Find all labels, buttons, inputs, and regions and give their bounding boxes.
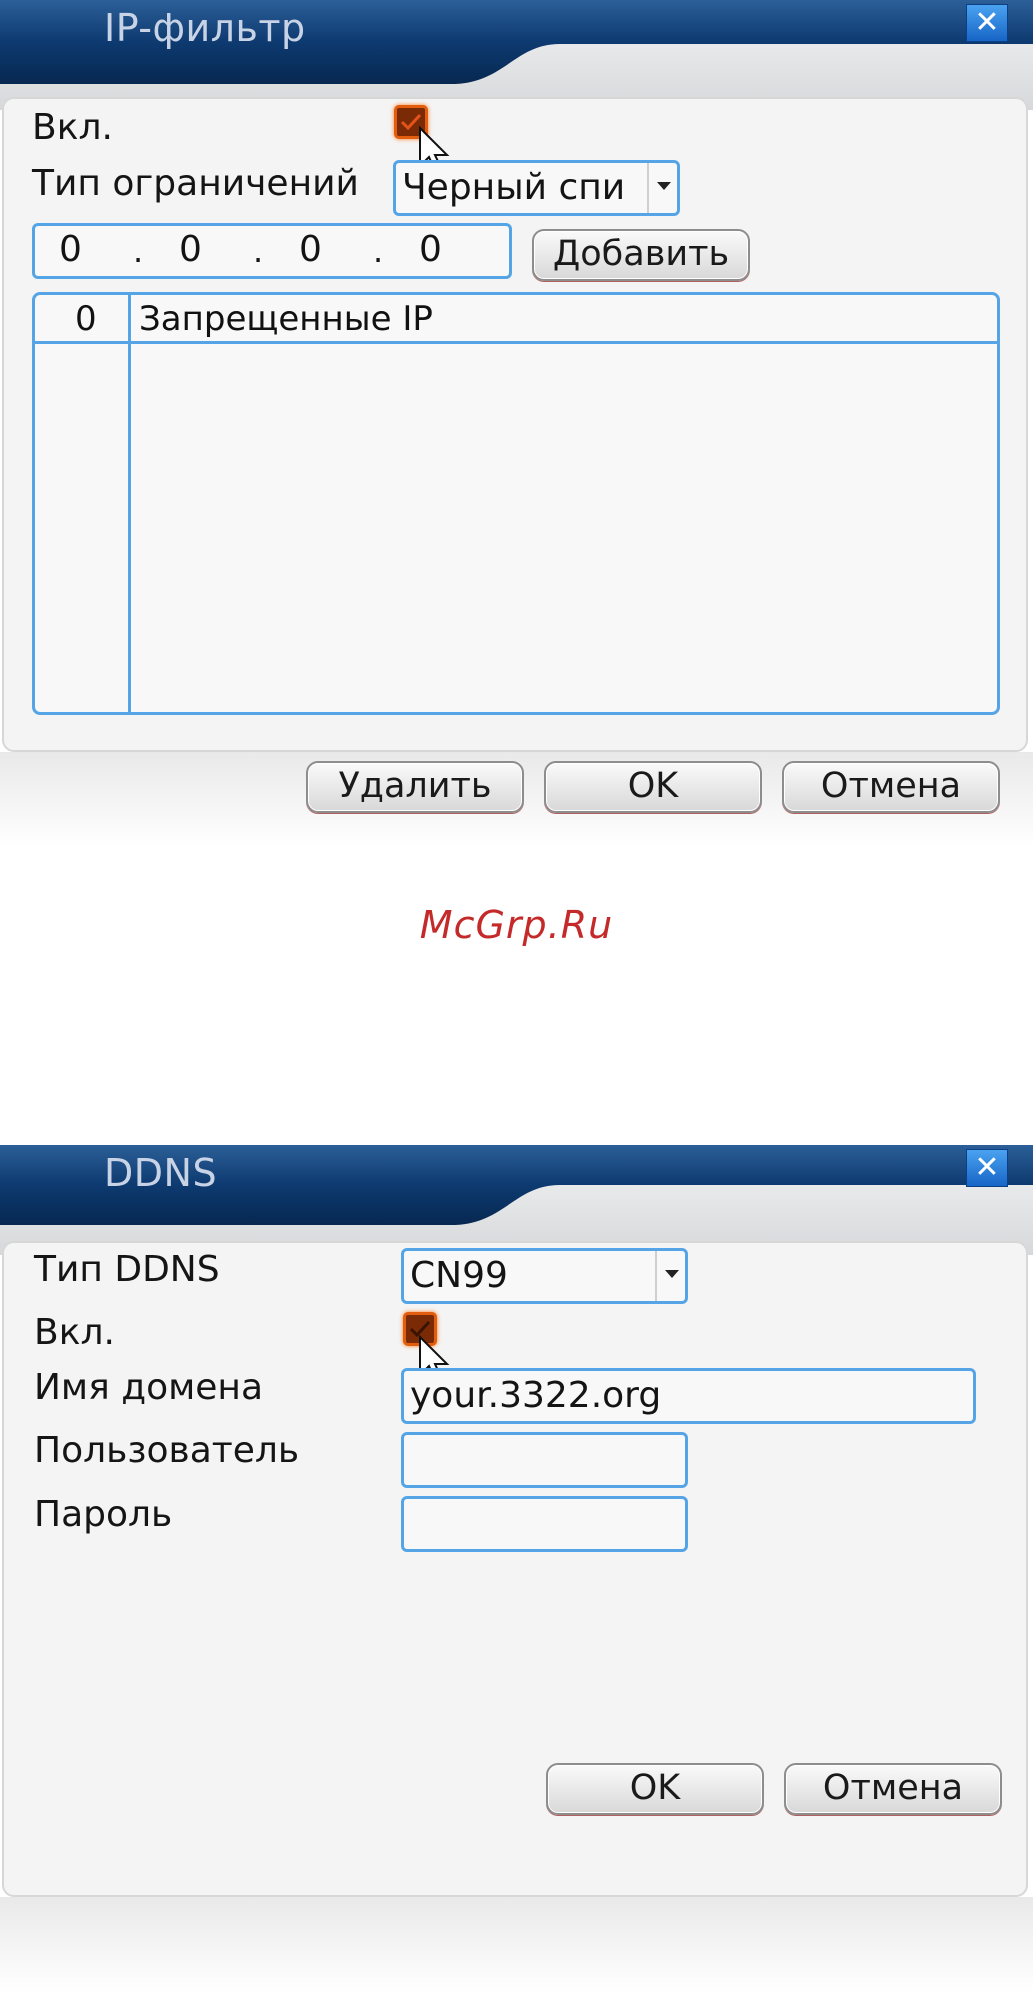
close-icon[interactable]: ✕ xyxy=(966,1149,1008,1187)
restriction-type-value: Черный спи xyxy=(402,167,626,208)
dropdown-arrow-icon[interactable] xyxy=(647,163,677,213)
ip-octet-1[interactable]: 0 xyxy=(59,229,82,270)
column-header-blocked-ip: Запрещенные IP xyxy=(139,299,433,339)
domain-label: Имя домена xyxy=(34,1367,264,1408)
ip-separator: . xyxy=(133,232,144,270)
ok-button[interactable]: OK xyxy=(544,761,762,813)
ip-octet-4[interactable]: 0 xyxy=(419,229,442,270)
ip-filter-title-bar: IP-фильтр ✕ xyxy=(0,0,1033,110)
ip-octet-3[interactable]: 0 xyxy=(299,229,322,270)
domain-value: your.3322.org xyxy=(410,1375,662,1416)
delete-button[interactable]: Удалить xyxy=(306,761,524,813)
user-input[interactable] xyxy=(401,1432,688,1488)
ip-address-input[interactable]: 0 . 0 . 0 . 0 xyxy=(32,223,512,279)
ddns-type-select[interactable]: CN99 xyxy=(401,1248,688,1304)
table-count: 0 xyxy=(75,299,97,339)
ip-separator: . xyxy=(253,232,264,270)
enable-label: Вкл. xyxy=(34,1312,115,1353)
ddns-footer xyxy=(0,1897,1033,1993)
domain-input[interactable]: your.3322.org xyxy=(401,1368,976,1424)
ip-filter-dialog: IP-фильтр ✕ Вкл. Тип ограничений Черный … xyxy=(0,0,1033,850)
table-column-divider xyxy=(128,295,131,712)
ddns-type-label: Тип DDNS xyxy=(34,1249,220,1290)
dialog-title: IP-фильтр xyxy=(104,6,306,50)
ddns-type-value: CN99 xyxy=(410,1255,508,1296)
ip-octet-2[interactable]: 0 xyxy=(179,229,202,270)
password-input[interactable] xyxy=(401,1496,688,1552)
ip-separator: . xyxy=(373,232,384,270)
user-label: Пользователь xyxy=(34,1430,300,1471)
blocked-ip-table: 0 Запрещенные IP xyxy=(32,292,1000,715)
watermark: McGrp.Ru xyxy=(419,903,614,947)
ddns-dialog: DDNS ✕ Тип DDNS CN99 Вкл. Имя домена you… xyxy=(0,1145,1033,1993)
cancel-button[interactable]: Отмена xyxy=(782,761,1000,813)
cancel-button[interactable]: Отмена xyxy=(784,1763,1002,1815)
dropdown-arrow-icon[interactable] xyxy=(655,1251,685,1301)
restriction-type-select[interactable]: Черный спи xyxy=(393,160,680,216)
ddns-title-bar: DDNS ✕ xyxy=(0,1145,1033,1255)
restriction-type-label: Тип ограничений xyxy=(32,163,359,204)
close-icon[interactable]: ✕ xyxy=(966,4,1008,42)
dialog-title: DDNS xyxy=(104,1151,218,1195)
ok-button[interactable]: OK xyxy=(546,1763,764,1815)
table-header-row: 0 Запрещенные IP xyxy=(35,295,997,344)
password-label: Пароль xyxy=(34,1494,173,1535)
enable-label: Вкл. xyxy=(32,107,113,148)
add-button[interactable]: Добавить xyxy=(532,229,750,281)
